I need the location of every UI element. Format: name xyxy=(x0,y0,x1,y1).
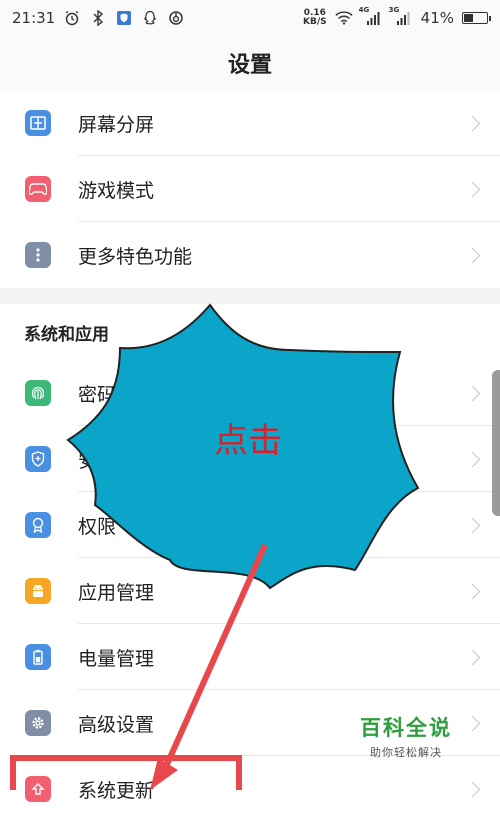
alarm-icon xyxy=(63,9,81,27)
bluetooth-icon xyxy=(89,9,107,27)
settings-item-battery-management[interactable]: 电量管理 xyxy=(0,624,500,690)
settings-item-label: 高级设置 xyxy=(78,713,155,736)
security-app-icon xyxy=(115,9,133,27)
settings-item-split-screen[interactable]: 屏幕分屏 xyxy=(0,90,500,156)
android-icon xyxy=(25,578,51,604)
page-title: 设置 xyxy=(227,53,272,78)
watermark: 百科全说 助你轻松解决 xyxy=(352,712,460,760)
settings-item-permissions[interactable]: 权限 xyxy=(0,492,500,558)
signal-3g-icon: 3G xyxy=(388,6,413,27)
settings-item-app-management[interactable]: 应用管理 xyxy=(0,558,500,624)
shield-icon xyxy=(25,446,51,472)
chevron-right-icon xyxy=(464,583,481,599)
status-time: 21:31 xyxy=(12,9,56,27)
gear-icon xyxy=(25,710,51,736)
battery-percent: 41% xyxy=(420,9,454,27)
settings-item-system-update[interactable]: 系统更新 xyxy=(0,756,500,822)
permission-icon xyxy=(25,512,51,538)
battery-icon xyxy=(25,644,51,670)
settings-item-label: 安 xyxy=(78,449,98,472)
settings-item-label: 权限 xyxy=(78,515,117,538)
chevron-right-icon xyxy=(464,181,481,197)
battery-icon xyxy=(462,12,491,24)
settings-item-label: 游戏模式 xyxy=(78,179,155,202)
gamepad-icon xyxy=(25,176,51,202)
settings-item-label: 应用管理 xyxy=(78,581,155,604)
signal-4g-label: 4G xyxy=(358,6,370,14)
settings-item-label: 电量管理 xyxy=(78,647,155,670)
fingerprint-icon xyxy=(25,380,51,406)
update-icon xyxy=(25,776,51,802)
feature-list: 屏幕分屏 游戏模式 更多特色功能 xyxy=(0,90,500,288)
chevron-right-icon xyxy=(464,385,481,401)
split-screen-icon xyxy=(25,110,51,136)
settings-item-label: 系统更新 xyxy=(78,779,155,802)
settings-item-label: 屏幕分屏 xyxy=(78,113,155,136)
chevron-right-icon xyxy=(464,451,481,467)
chevron-right-icon xyxy=(464,517,481,533)
settings-item-label: 密码 xyxy=(78,383,117,406)
settings-item-security[interactable]: 安 xyxy=(0,426,500,492)
settings-item-password[interactable]: 密码 xyxy=(0,360,500,426)
section-title: 系统和应用 xyxy=(24,324,109,345)
chevron-right-icon xyxy=(464,781,481,797)
settings-item-label: 更多特色功能 xyxy=(78,245,193,268)
settings-item-game-mode[interactable]: 游戏模式 xyxy=(0,156,500,222)
watermark-title: 百科全说 xyxy=(360,716,452,740)
qq-icon xyxy=(141,9,159,27)
netease-icon xyxy=(167,9,185,27)
network-speed: 0.16 KB/S xyxy=(303,8,327,27)
watermark-subtitle: 助你轻松解决 xyxy=(370,746,442,759)
title-bar: 设置 xyxy=(0,36,500,91)
chevron-right-icon xyxy=(464,247,481,263)
settings-item-more-features[interactable]: 更多特色功能 xyxy=(0,222,500,288)
signal-3g-label: 3G xyxy=(388,6,400,14)
status-bar: 21:31 0.16 KB/S 4G 3G 41% xyxy=(0,0,500,36)
wifi-icon xyxy=(335,9,353,27)
chevron-right-icon xyxy=(464,715,481,731)
scrollbar[interactable] xyxy=(492,370,500,516)
chevron-right-icon xyxy=(464,115,481,131)
more-dots-icon xyxy=(25,242,51,268)
chevron-right-icon xyxy=(464,649,481,665)
signal-4g-icon: 4G xyxy=(358,6,383,27)
